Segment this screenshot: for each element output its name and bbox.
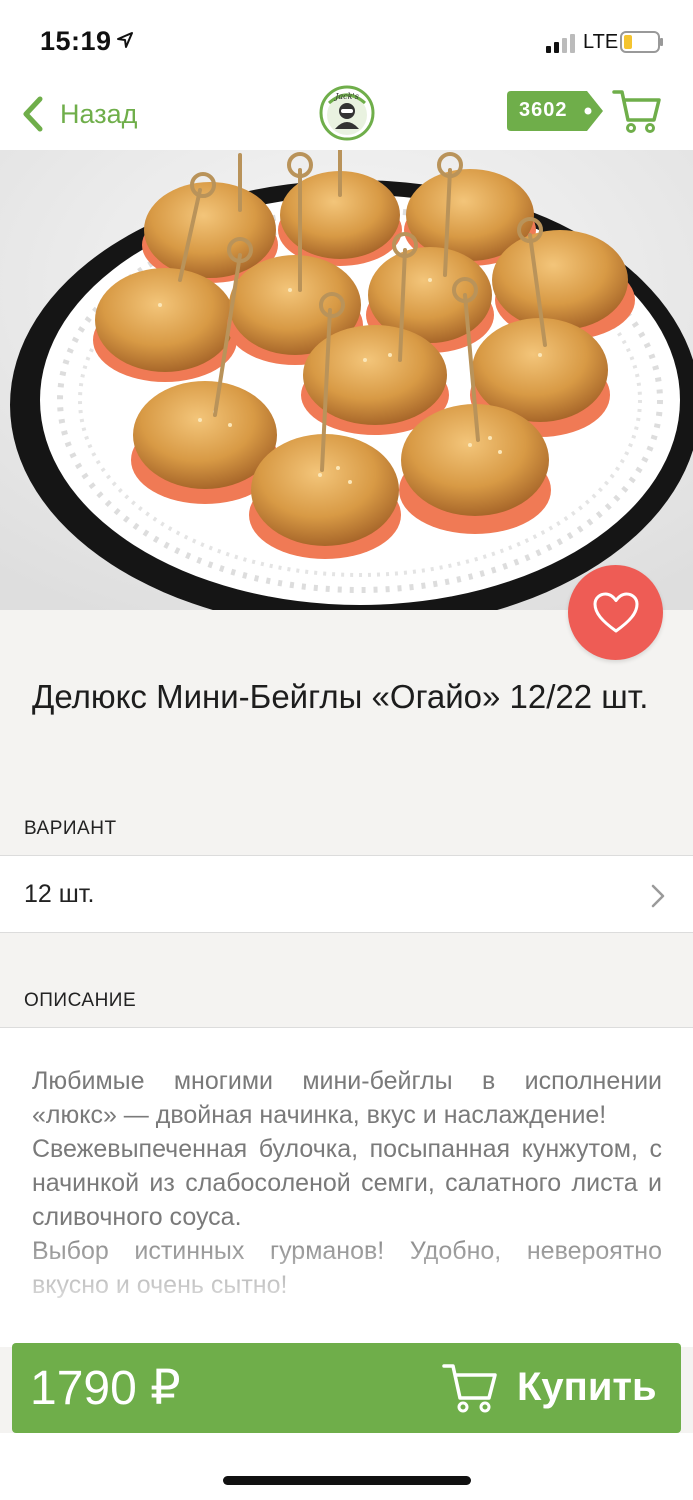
product-image [0, 150, 693, 610]
battery-icon [620, 31, 663, 53]
heart-icon [593, 592, 638, 632]
variant-header: ВАРИАНТ [24, 818, 117, 839]
favorite-button[interactable] [568, 565, 663, 660]
brand-logo: Jack's [319, 85, 375, 141]
chevron-right-icon [651, 884, 665, 908]
buy-button[interactable]: 1790 ₽ Купить [12, 1343, 681, 1433]
location-arrow-icon [117, 32, 133, 48]
description-header: ОПИСАНИЕ [24, 990, 137, 1011]
description-box: Любимые многими мини-бейглы в исполнении… [0, 1027, 693, 1347]
status-time: 15:19 [40, 26, 112, 56]
variant-value: 12 шт. [24, 880, 95, 908]
buy-label: Купить [517, 1365, 657, 1409]
points-value: 3602 [519, 99, 568, 121]
description-fade [0, 1227, 693, 1347]
nav-bar: Назад Jack's 3602 [0, 80, 693, 150]
svg-text:Jack's: Jack's [333, 92, 359, 101]
points-badge[interactable]: 3602 [507, 91, 603, 131]
network-label: LTE [583, 31, 619, 53]
price: 1790 ₽ [30, 1362, 181, 1415]
back-button[interactable]: Назад [20, 90, 170, 138]
signal-icon [546, 34, 575, 53]
cart-icon[interactable] [612, 86, 662, 134]
cart-icon [442, 1364, 497, 1413]
product-title: Делюкс Мини-Бейглы «Огайо» 12/22 шт. [32, 678, 649, 715]
variant-selector[interactable]: 12 шт. [0, 855, 693, 933]
home-indicator[interactable] [223, 1476, 471, 1485]
page-bottom [0, 1433, 693, 1500]
chevron-left-icon [23, 96, 43, 132]
back-label: Назад [60, 98, 138, 129]
status-bar: 15:19 LTE [0, 0, 693, 80]
product-photo [0, 150, 693, 610]
